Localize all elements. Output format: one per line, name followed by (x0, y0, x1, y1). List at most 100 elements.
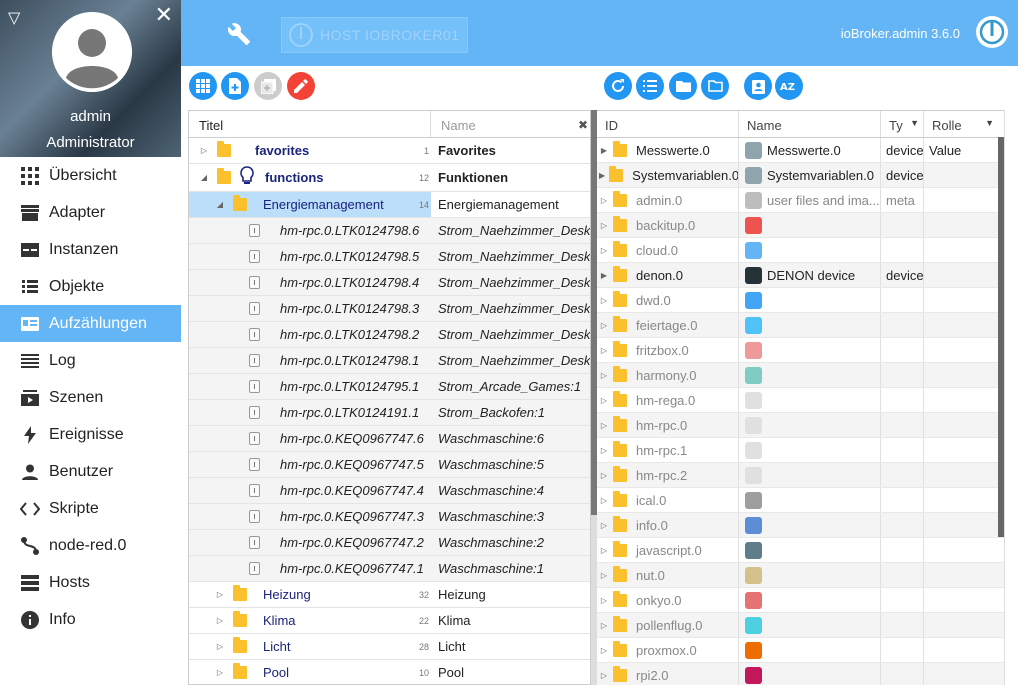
object-row[interactable]: ▷ proxmox.0 (597, 638, 1004, 663)
expand-arrow-icon[interactable]: ▶ (599, 146, 609, 155)
sidebar-item-ereignisse[interactable]: Ereignisse (0, 416, 181, 453)
folder-button[interactable] (669, 72, 697, 100)
expand-arrow-icon[interactable]: ▷ (599, 671, 609, 680)
object-row[interactable]: ▷ hm-rpc.0 (597, 413, 1004, 438)
folder-open-button[interactable] (701, 72, 729, 100)
expand-arrow-icon[interactable]: ▷ (599, 496, 609, 505)
collapse-arrow-icon[interactable]: ◢ (215, 200, 225, 209)
column-header-role[interactable]: Rolle ▼ (924, 111, 1004, 137)
tree-state-row[interactable]: hm-rpc.0.LTK0124191.1 Strom_Backofen:1 (189, 400, 590, 426)
right-scrollbar[interactable] (998, 137, 1004, 537)
expand-arrow-icon[interactable]: ▷ (599, 371, 609, 380)
tree-state-row[interactable]: hm-rpc.0.LTK0124798.2 Strom_Naehzimmer_De… (189, 322, 590, 348)
object-row[interactable]: ▷ rpi2.0 (597, 663, 1004, 685)
object-row[interactable]: ▷ hm-rpc.2 (597, 463, 1004, 488)
tree-folder-row[interactable]: ▷ Licht 28 Licht (189, 634, 590, 660)
expand-arrow-icon[interactable]: ▷ (599, 346, 609, 355)
object-row[interactable]: ▷ pollenflug.0 (597, 613, 1004, 638)
object-row[interactable]: ▷ fritzbox.0 (597, 338, 1004, 363)
tree-state-row[interactable]: hm-rpc.0.LTK0124798.1 Strom_Naehzimmer_De… (189, 348, 590, 374)
object-row[interactable]: ▷ hm-rega.0 (597, 388, 1004, 413)
tree-folder-row[interactable]: ◢ Energiemanagement 14 Energiemanagement (189, 192, 590, 218)
sidebar-item-instanzen[interactable]: Instanzen (0, 231, 181, 268)
tree-state-row[interactable]: hm-rpc.0.KEQ0967747.3 Waschmaschine:3 (189, 504, 590, 530)
tree-state-row[interactable]: hm-rpc.0.LTK0124798.3 Strom_Naehzimmer_De… (189, 296, 590, 322)
object-row[interactable]: ▷ dwd.0 (597, 288, 1004, 313)
tree-state-row[interactable]: hm-rpc.0.KEQ0967747.5 Waschmaschine:5 (189, 452, 590, 478)
expand-arrow-icon[interactable]: ▷ (215, 642, 225, 651)
object-row[interactable]: ▷ info.0 (597, 513, 1004, 538)
object-row[interactable]: ▶ denon.0 DENON device device (597, 263, 1004, 288)
expand-arrow-icon[interactable]: ▷ (599, 296, 609, 305)
host-selector[interactable]: HOST IOBROKER01 (281, 17, 468, 53)
expand-arrow-icon[interactable]: ▶ (599, 271, 609, 280)
object-row[interactable]: ▶ Systemvariablen.0 Systemvariablen.0 devic… (597, 163, 1004, 188)
tree-folder-row[interactable]: ▷ Pool 10 Pool (189, 660, 590, 684)
expand-arrow-icon[interactable]: ▷ (215, 668, 225, 677)
contacts-button[interactable] (744, 72, 772, 100)
column-header-type[interactable]: Ty ▼ (881, 111, 924, 137)
close-sidebar-icon[interactable]: ✕ (155, 4, 173, 26)
tree-state-row[interactable]: hm-rpc.0.LTK0124798.6 Strom_Naehzimmer_De… (189, 218, 590, 244)
tree-state-row[interactable]: hm-rpc.0.LTK0124798.4 Strom_Naehzimmer_De… (189, 270, 590, 296)
expand-arrow-icon[interactable]: ▷ (599, 546, 609, 555)
expand-arrow-icon[interactable]: ▷ (599, 446, 609, 455)
expand-arrow-icon[interactable]: ▷ (599, 396, 609, 405)
tree-folder-row[interactable]: ▷ Klima 22 Klima (189, 608, 590, 634)
expand-arrow-icon[interactable]: ▷ (215, 590, 225, 599)
sidebar-item-übersicht[interactable]: Übersicht (0, 157, 181, 194)
sidebar-item-objekte[interactable]: Objekte (0, 268, 181, 305)
expand-arrow-icon[interactable]: ▷ (199, 146, 209, 155)
wrench-icon[interactable] (227, 22, 251, 46)
column-header-name[interactable]: Name (739, 111, 881, 137)
object-row[interactable]: ▷ cloud.0 (597, 238, 1004, 263)
refresh-button[interactable] (604, 72, 632, 100)
tree-state-row[interactable]: hm-rpc.0.KEQ0967747.1 Waschmaschine:1 (189, 556, 590, 582)
tree-state-row[interactable]: hm-rpc.0.KEQ0967747.4 Waschmaschine:4 (189, 478, 590, 504)
edit-button[interactable] (287, 72, 315, 100)
expand-arrow-icon[interactable]: ▶ (599, 171, 605, 180)
expand-arrow-icon[interactable]: ▷ (599, 471, 609, 480)
column-header-id[interactable]: ID (597, 111, 739, 137)
expand-arrow-icon[interactable]: ▷ (599, 521, 609, 530)
tree-folder-row[interactable]: ▷ favorites 1 Favorites (189, 138, 590, 164)
sidebar-item-adapter[interactable]: Adapter (0, 194, 181, 231)
expand-arrow-icon[interactable]: ▷ (599, 621, 609, 630)
sort-az-button[interactable]: AZ (775, 72, 803, 100)
object-row[interactable]: ▷ harmony.0 (597, 363, 1004, 388)
copy-enum-button[interactable] (254, 72, 282, 100)
sidebar-item-szenen[interactable]: Szenen (0, 379, 181, 416)
expand-arrow-icon[interactable]: ▷ (599, 421, 609, 430)
object-row[interactable]: ▷ nut.0 (597, 563, 1004, 588)
expand-arrow-icon[interactable]: ▷ (599, 646, 609, 655)
clear-filter-icon[interactable]: ✖ (578, 118, 588, 132)
sidebar-item-node-red-0[interactable]: node-red.0 (0, 527, 181, 564)
collapse-arrow-icon[interactable]: ◢ (199, 173, 209, 182)
tree-state-row[interactable]: hm-rpc.0.KEQ0967747.6 Waschmaschine:6 (189, 426, 590, 452)
expand-arrow-icon[interactable]: ▷ (599, 221, 609, 230)
expand-all-button[interactable] (189, 72, 217, 100)
expand-arrow-icon[interactable]: ▷ (599, 321, 609, 330)
object-row[interactable]: ▷ hm-rpc.1 (597, 438, 1004, 463)
tree-folder-row[interactable]: ◢ functions 12 Funktionen (189, 164, 590, 192)
sidebar-item-hosts[interactable]: Hosts (0, 564, 181, 601)
name-filter-input[interactable]: Name ✖ (431, 111, 590, 137)
object-row[interactable]: ▷ backitup.0 (597, 213, 1004, 238)
tree-state-row[interactable]: hm-rpc.0.LTK0124795.1 Strom_Arcade_Games:… (189, 374, 590, 400)
expand-arrow-icon[interactable]: ▷ (215, 616, 225, 625)
sidebar-item-benutzer[interactable]: Benutzer (0, 453, 181, 490)
object-row[interactable]: ▷ onkyo.0 (597, 588, 1004, 613)
sidebar-item-skripte[interactable]: Skripte (0, 490, 181, 527)
expand-arrow-icon[interactable]: ▷ (599, 196, 609, 205)
object-row[interactable]: ▷ javascript.0 (597, 538, 1004, 563)
list-view-button[interactable] (636, 72, 664, 100)
add-enum-button[interactable] (221, 72, 249, 100)
sidebar-item-log[interactable]: Log (0, 342, 181, 379)
menu-toggle-icon[interactable]: ▽ (8, 8, 20, 28)
expand-arrow-icon[interactable]: ▷ (599, 596, 609, 605)
tree-folder-row[interactable]: ▷ Heizung 32 Heizung (189, 582, 590, 608)
tree-state-row[interactable]: hm-rpc.0.LTK0124798.5 Strom_Naehzimmer_De… (189, 244, 590, 270)
expand-arrow-icon[interactable]: ▷ (599, 246, 609, 255)
tree-state-row[interactable]: hm-rpc.0.KEQ0967747.2 Waschmaschine:2 (189, 530, 590, 556)
column-header-title[interactable]: Titel (189, 111, 431, 137)
